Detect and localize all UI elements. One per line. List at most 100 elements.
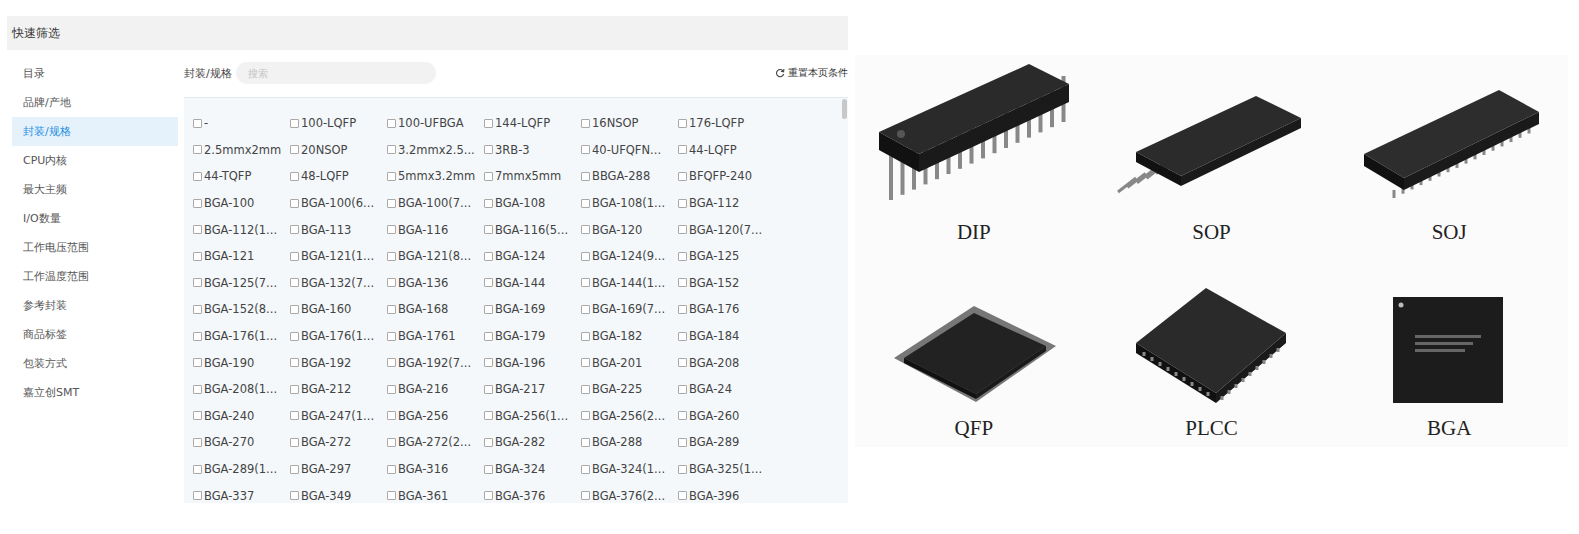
- checkbox[interactable]: [193, 411, 202, 420]
- option-checkbox[interactable]: BGA-260: [678, 403, 775, 430]
- checkbox[interactable]: [290, 145, 299, 154]
- checkbox[interactable]: [387, 172, 396, 181]
- sidebar-item[interactable]: 封装/规格: [12, 117, 178, 146]
- option-checkbox[interactable]: BGA-316: [387, 456, 484, 483]
- option-checkbox[interactable]: BGA-112: [678, 190, 775, 217]
- option-checkbox[interactable]: BGA-289: [678, 429, 775, 456]
- checkbox[interactable]: [290, 438, 299, 447]
- option-checkbox[interactable]: 3.2mmx2.5...: [387, 137, 484, 164]
- option-checkbox[interactable]: BGA-121(1...: [290, 243, 387, 270]
- option-checkbox[interactable]: BGA-169: [484, 296, 581, 323]
- checkbox[interactable]: [581, 465, 590, 474]
- sidebar-item[interactable]: 参考封装: [12, 291, 178, 320]
- sidebar-item[interactable]: CPU内核: [12, 146, 178, 175]
- checkbox[interactable]: [484, 278, 493, 287]
- option-checkbox[interactable]: BGA-112(1...: [193, 216, 290, 243]
- checkbox[interactable]: [290, 278, 299, 287]
- checkbox[interactable]: [484, 438, 493, 447]
- option-checkbox[interactable]: BGA-325(1...: [678, 456, 775, 483]
- sidebar-item[interactable]: 商品标签: [12, 320, 178, 349]
- option-checkbox[interactable]: BGA-396: [678, 482, 775, 503]
- option-checkbox[interactable]: BGA-152: [678, 270, 775, 297]
- checkbox[interactable]: [290, 172, 299, 181]
- checkbox[interactable]: [387, 305, 396, 314]
- checkbox[interactable]: [193, 305, 202, 314]
- checkbox[interactable]: [581, 278, 590, 287]
- option-checkbox[interactable]: BGA-125(7...: [193, 270, 290, 297]
- option-checkbox[interactable]: BGA-190: [193, 349, 290, 376]
- option-checkbox[interactable]: BGA-289(1...: [193, 456, 290, 483]
- option-checkbox[interactable]: 2.5mmx2mm: [193, 137, 290, 164]
- checkbox[interactable]: [193, 119, 202, 128]
- option-checkbox[interactable]: BGA-121: [193, 243, 290, 270]
- checkbox[interactable]: [484, 491, 493, 500]
- checkbox[interactable]: [581, 385, 590, 394]
- checkbox[interactable]: [193, 491, 202, 500]
- option-checkbox[interactable]: 20NSOP: [290, 137, 387, 164]
- checkbox[interactable]: [678, 278, 687, 287]
- option-checkbox[interactable]: BGA-196: [484, 349, 581, 376]
- option-checkbox[interactable]: BGA-361: [387, 482, 484, 503]
- option-checkbox[interactable]: 144-LQFP: [484, 110, 581, 137]
- checkbox[interactable]: [678, 172, 687, 181]
- checkbox[interactable]: [581, 358, 590, 367]
- sidebar-item[interactable]: 包装方式: [12, 349, 178, 378]
- option-checkbox[interactable]: BBGA-288: [581, 163, 678, 190]
- checkbox[interactable]: [581, 491, 590, 500]
- checkbox[interactable]: [484, 145, 493, 154]
- option-checkbox[interactable]: BGA-160: [290, 296, 387, 323]
- checkbox[interactable]: [193, 278, 202, 287]
- checkbox[interactable]: [387, 411, 396, 420]
- option-checkbox[interactable]: -: [193, 110, 290, 137]
- option-checkbox[interactable]: BGA-152(8...: [193, 296, 290, 323]
- option-checkbox[interactable]: BGA-240: [193, 403, 290, 430]
- option-checkbox[interactable]: BGA-132(7...: [290, 270, 387, 297]
- checkbox[interactable]: [387, 358, 396, 367]
- option-checkbox[interactable]: BGA-121(8...: [387, 243, 484, 270]
- checkbox[interactable]: [581, 199, 590, 208]
- checkbox[interactable]: [193, 225, 202, 234]
- option-checkbox[interactable]: BGA-100(6...: [290, 190, 387, 217]
- option-checkbox[interactable]: BGA-1761: [387, 323, 484, 350]
- checkbox[interactable]: [484, 465, 493, 474]
- checkbox[interactable]: [678, 465, 687, 474]
- option-checkbox[interactable]: BGA-116(5...: [484, 216, 581, 243]
- option-checkbox[interactable]: BGA-256(2...: [581, 403, 678, 430]
- checkbox[interactable]: [581, 172, 590, 181]
- checkbox[interactable]: [678, 199, 687, 208]
- checkbox[interactable]: [290, 252, 299, 261]
- option-checkbox[interactable]: BGA-108(1...: [581, 190, 678, 217]
- checkbox[interactable]: [193, 172, 202, 181]
- option-checkbox[interactable]: BGA-201: [581, 349, 678, 376]
- option-checkbox[interactable]: 44-TQFP: [193, 163, 290, 190]
- sidebar-item[interactable]: 嘉立创SMT: [12, 378, 178, 407]
- checkbox[interactable]: [290, 491, 299, 500]
- option-checkbox[interactable]: BGA-282: [484, 429, 581, 456]
- option-checkbox[interactable]: BGA-256: [387, 403, 484, 430]
- checkbox[interactable]: [387, 491, 396, 500]
- checkbox[interactable]: [387, 465, 396, 474]
- option-checkbox[interactable]: 7mmx5mm: [484, 163, 581, 190]
- option-checkbox[interactable]: BGA-100: [193, 190, 290, 217]
- option-checkbox[interactable]: BGA-182: [581, 323, 678, 350]
- checkbox[interactable]: [290, 225, 299, 234]
- checkbox[interactable]: [678, 332, 687, 341]
- checkbox[interactable]: [678, 385, 687, 394]
- checkbox[interactable]: [678, 119, 687, 128]
- checkbox[interactable]: [581, 145, 590, 154]
- checkbox[interactable]: [581, 225, 590, 234]
- checkbox[interactable]: [193, 145, 202, 154]
- option-checkbox[interactable]: BGA-208(1...: [193, 376, 290, 403]
- option-checkbox[interactable]: BGA-272: [290, 429, 387, 456]
- option-checkbox[interactable]: BGA-100(7...: [387, 190, 484, 217]
- checkbox[interactable]: [290, 465, 299, 474]
- option-checkbox[interactable]: BGA-176: [678, 296, 775, 323]
- checkbox[interactable]: [387, 252, 396, 261]
- checkbox[interactable]: [484, 358, 493, 367]
- option-checkbox[interactable]: BGA-120: [581, 216, 678, 243]
- sidebar-item[interactable]: 最大主频: [12, 175, 178, 204]
- option-checkbox[interactable]: BGA-108: [484, 190, 581, 217]
- option-checkbox[interactable]: BGA-208: [678, 349, 775, 376]
- checkbox[interactable]: [193, 252, 202, 261]
- scrollbar-thumb[interactable]: [842, 99, 847, 119]
